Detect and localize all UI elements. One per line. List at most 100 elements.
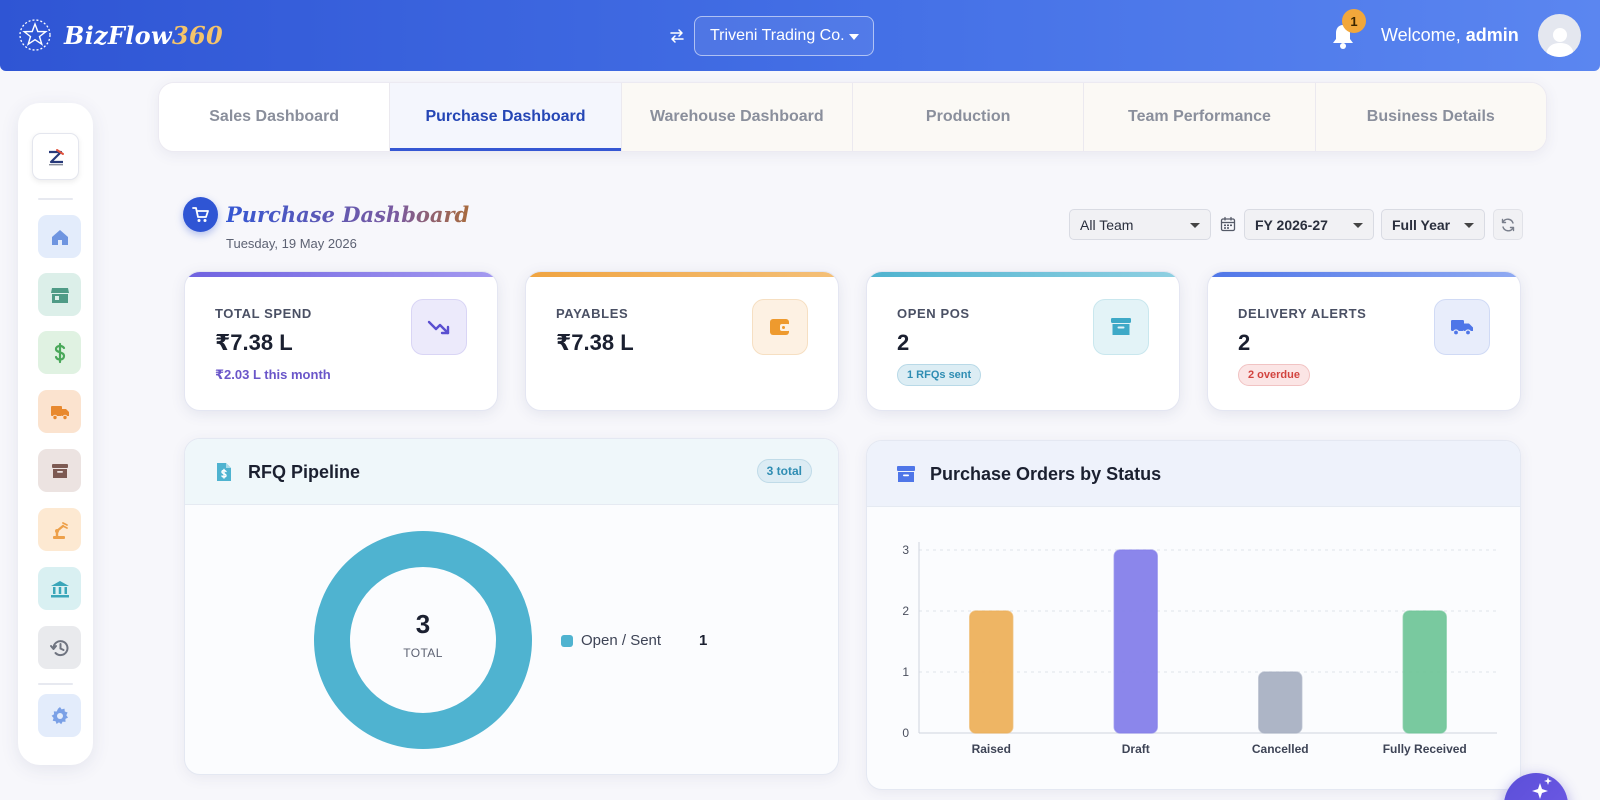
kpi-label: PAYABLES bbox=[556, 306, 629, 321]
legend-swatch bbox=[561, 635, 573, 647]
x-tick-label: Cancelled bbox=[1252, 742, 1309, 756]
history-icon bbox=[49, 639, 68, 656]
kpi-value: ₹7.38 L bbox=[215, 330, 293, 355]
company-logo-icon bbox=[48, 148, 64, 165]
kpi-value: 2 bbox=[897, 330, 910, 355]
sidebar-item-banking[interactable] bbox=[38, 567, 81, 610]
brand-name: BizFlow360 bbox=[64, 20, 223, 50]
rfq-donut-chart bbox=[314, 531, 532, 749]
tab-team-performance[interactable]: Team Performance bbox=[1084, 83, 1316, 151]
dollar-icon bbox=[54, 342, 65, 363]
sidebar-item-production[interactable] bbox=[38, 508, 81, 551]
company-name: Triveni Trading Co. bbox=[710, 27, 845, 44]
sparkle-icon bbox=[1532, 777, 1552, 799]
refresh-icon bbox=[1501, 218, 1515, 231]
sidebar-item-home[interactable] bbox=[38, 215, 81, 258]
refresh-button[interactable] bbox=[1493, 209, 1523, 240]
kpi-open-pos[interactable]: OPEN POS 2 1 RFQs sent bbox=[866, 271, 1180, 411]
archive-icon bbox=[51, 463, 68, 478]
cart-icon bbox=[191, 206, 209, 222]
kpi-label: OPEN POS bbox=[897, 306, 970, 321]
y-tick-label: 0 bbox=[902, 726, 909, 740]
robot-arm-icon bbox=[52, 521, 68, 539]
sidebar-item-finance[interactable] bbox=[38, 331, 81, 374]
x-tick-label: Fully Received bbox=[1383, 742, 1467, 756]
donut-total-value: 3 bbox=[415, 609, 431, 639]
calendar-icon bbox=[1220, 216, 1236, 232]
kpi-subtext: ₹2.03 L this month bbox=[215, 367, 331, 382]
company-select[interactable]: Triveni Trading Co. bbox=[694, 16, 874, 56]
ai-assistant-button[interactable] bbox=[1504, 773, 1568, 800]
bar-draft bbox=[1113, 549, 1158, 734]
donut-total-label: TOTAL bbox=[403, 646, 443, 660]
y-tick-label: 2 bbox=[902, 604, 909, 618]
tab-sales-dashboard[interactable]: Sales Dashboard bbox=[159, 83, 391, 151]
page-date: Tuesday, 19 May 2026 bbox=[226, 236, 357, 251]
user-icon bbox=[1545, 28, 1574, 57]
chevron-down-icon bbox=[1190, 223, 1200, 228]
kpi-payables[interactable]: PAYABLES ₹7.38 L bbox=[525, 271, 839, 411]
sidebar-divider bbox=[38, 198, 73, 200]
tab-purchase-dashboard[interactable]: Purchase Dashboard bbox=[390, 83, 622, 151]
top-bar: BizFlow360 Triveni Trading Co. 1 Welcome… bbox=[0, 0, 1600, 71]
kpi-total-spend[interactable]: TOTAL SPEND ₹7.38 L ₹2.03 L this month bbox=[184, 271, 498, 411]
rfq-pipeline-panel: RFQ Pipeline 3 total 3 TOTAL Open / Sent… bbox=[184, 438, 839, 775]
wallet-icon bbox=[770, 319, 790, 335]
home-icon bbox=[51, 229, 68, 245]
sidebar-item-history[interactable] bbox=[38, 626, 81, 669]
tab-business-details[interactable]: Business Details bbox=[1315, 83, 1546, 151]
page-title: Purchase Dashboard bbox=[226, 202, 470, 227]
sidebar-item-store[interactable] bbox=[38, 273, 81, 316]
bar-raised bbox=[969, 610, 1014, 734]
fy-filter[interactable]: FY 2026-27 bbox=[1244, 209, 1374, 240]
dashboard-tabs: Sales Dashboard Purchase Dashboard Wareh… bbox=[158, 82, 1547, 152]
chevron-down-icon bbox=[849, 34, 859, 40]
kpi-pill: 2 overdue bbox=[1238, 364, 1310, 386]
star-logo-icon bbox=[19, 19, 51, 51]
bar-cancelled bbox=[1258, 671, 1303, 734]
kpi-label: DELIVERY ALERTS bbox=[1238, 306, 1367, 321]
po-status-panel: Purchase Orders by Status 0 1 2 3 Raised Draf… bbox=[866, 440, 1521, 790]
truck-icon bbox=[50, 405, 69, 420]
company-logo[interactable] bbox=[32, 133, 79, 180]
bar-fully-received bbox=[1402, 610, 1447, 734]
sidebar-item-settings[interactable] bbox=[38, 694, 81, 737]
brand[interactable]: BizFlow360 bbox=[18, 18, 223, 52]
welcome-text: Welcome, admin bbox=[1381, 25, 1519, 45]
bank-icon bbox=[50, 580, 69, 597]
kpi-icon-box bbox=[411, 299, 467, 355]
kpi-value: 2 bbox=[1238, 330, 1251, 355]
chevron-down-icon bbox=[1464, 223, 1474, 228]
swap-icon bbox=[670, 29, 684, 43]
po-status-bar-chart: 0 1 2 3 Raised Draft Cancelled Fully Received bbox=[902, 542, 1497, 756]
kpi-icon-box bbox=[1434, 299, 1490, 355]
y-tick-label: 1 bbox=[902, 665, 909, 679]
store-icon bbox=[50, 287, 69, 303]
kpi-icon-box bbox=[1093, 299, 1149, 355]
period-filter[interactable]: Full Year bbox=[1381, 209, 1485, 240]
x-tick-label: Raised bbox=[972, 742, 1011, 756]
legend-label: Open / Sent bbox=[581, 632, 662, 649]
trending-down-icon bbox=[427, 320, 450, 335]
sidebar-item-inventory[interactable] bbox=[38, 449, 81, 492]
gear-icon bbox=[51, 706, 68, 724]
team-filter[interactable]: All Team bbox=[1069, 209, 1211, 240]
kpi-icon-box bbox=[752, 299, 808, 355]
donut-segment-open-sent bbox=[314, 531, 532, 749]
tab-production[interactable]: Production bbox=[852, 83, 1085, 151]
sidebar-item-delivery[interactable] bbox=[38, 390, 81, 433]
truck-icon bbox=[1451, 320, 1473, 336]
archive-icon bbox=[1111, 318, 1131, 335]
x-tick-label: Draft bbox=[1122, 742, 1150, 756]
tab-warehouse-dashboard[interactable]: Warehouse Dashboard bbox=[621, 83, 853, 151]
kpi-delivery-alerts[interactable]: DELIVERY ALERTS 2 2 overdue bbox=[1207, 271, 1521, 411]
page-icon bbox=[183, 197, 218, 232]
y-tick-label: 3 bbox=[902, 543, 909, 557]
kpi-value: ₹7.38 L bbox=[556, 330, 634, 355]
legend-value: 1 bbox=[699, 632, 708, 649]
sidebar-divider bbox=[38, 683, 73, 685]
chevron-down-icon bbox=[1353, 223, 1363, 228]
kpi-label: TOTAL SPEND bbox=[215, 306, 312, 321]
kpi-pill: 1 RFQs sent bbox=[897, 364, 982, 386]
avatar[interactable] bbox=[1538, 14, 1581, 57]
